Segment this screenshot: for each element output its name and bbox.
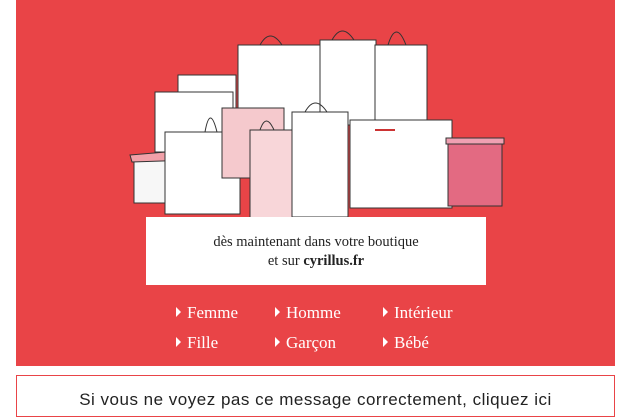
caret-right-icon — [383, 307, 388, 317]
category-label: Fille — [187, 333, 219, 352]
store-message-prefix: et sur — [267, 253, 304, 269]
category-link-homme[interactable]: Homme — [275, 303, 341, 323]
caret-right-icon — [275, 307, 280, 317]
store-message-line1: dès maintenant dans votre boutique — [213, 234, 419, 250]
store-message: dès maintenant dans votre boutique et su… — [146, 217, 486, 285]
category-link-interieur[interactable]: Intérieur — [383, 303, 453, 323]
caret-right-icon — [383, 337, 388, 347]
category-label: Bébé — [394, 333, 429, 352]
caret-right-icon — [176, 337, 181, 347]
category-link-femme[interactable]: Femme — [176, 303, 238, 323]
category-link-bebe[interactable]: Bébé — [383, 333, 429, 353]
footer-text[interactable]: Si vous ne voyez pas ce message correcte… — [17, 390, 614, 410]
caret-right-icon — [275, 337, 280, 347]
category-link-garcon[interactable]: Garçon — [275, 333, 336, 353]
category-label: Homme — [286, 303, 341, 322]
caret-right-icon — [176, 307, 181, 317]
site-name[interactable]: cyrillus.fr — [303, 253, 364, 269]
store-message-line2: et sur cyrillus.fr — [146, 252, 486, 271]
category-label: Intérieur — [394, 303, 453, 322]
footer-box: Si vous ne voyez pas ce message correcte… — [16, 375, 615, 417]
category-label: Garçon — [286, 333, 337, 352]
category-link-fille[interactable]: Fille — [176, 333, 218, 353]
category-label: Femme — [187, 303, 238, 322]
shopping-bags-illustration — [129, 30, 505, 219]
